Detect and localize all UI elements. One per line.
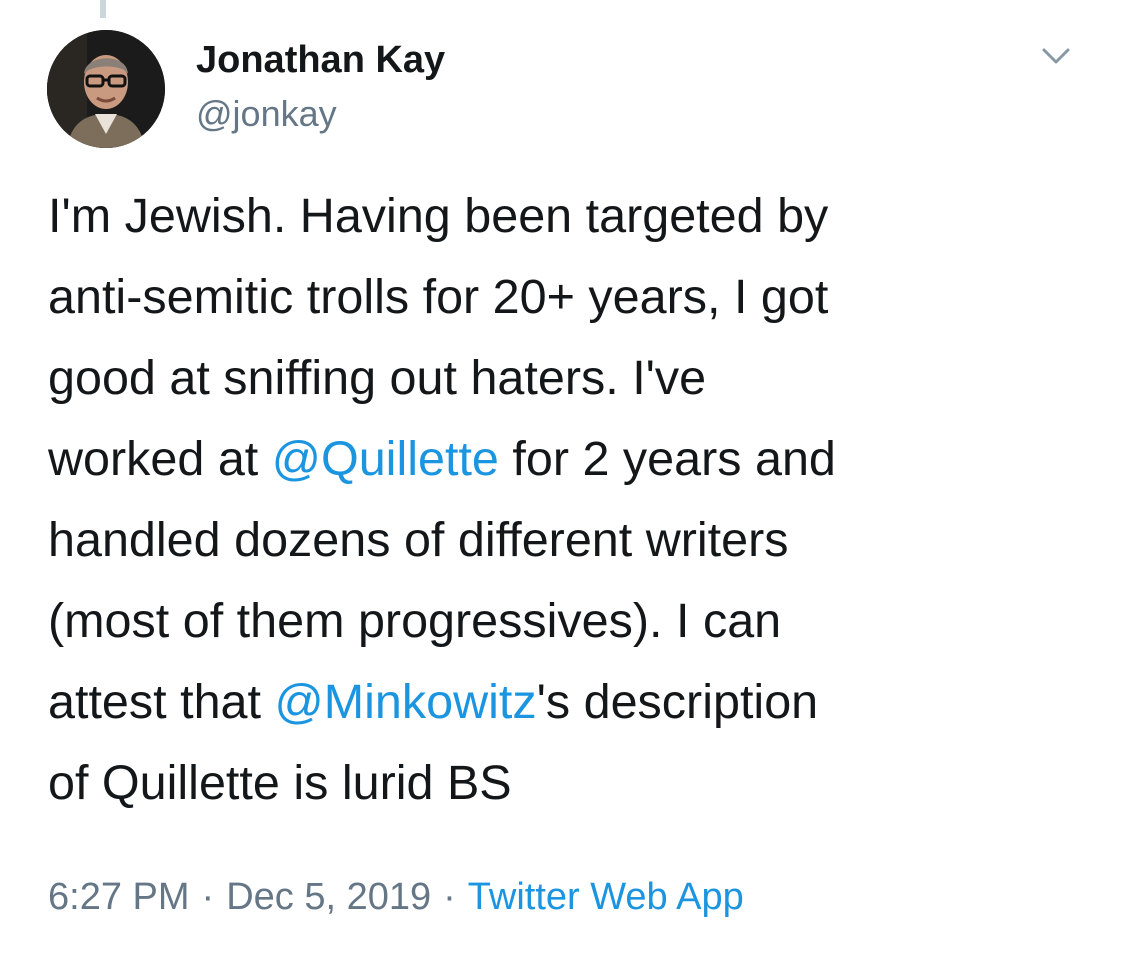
tweet-text-line: worked at @Quillette for 2 years and (48, 419, 1098, 500)
user-avatar-icon (47, 30, 165, 148)
tweet-text-line: (most of them progressives). I can (48, 581, 1098, 662)
tweet-text-line: good at sniffing out haters. I've (48, 338, 1098, 419)
tweet-text-line: of Quillette is lurid BS (48, 743, 1098, 824)
tweet-menu-button[interactable] (1030, 38, 1082, 78)
tweet-text-line: I'm Jewish. Having been targeted by (48, 176, 1098, 257)
tweet-text-segment: I'm Jewish. Having been targeted by (48, 189, 829, 243)
tweet-text-segment: anti-semitic trolls for 20+ years, I got (48, 270, 829, 324)
mention-link-minkowitz[interactable]: @Minkowitz (274, 675, 536, 729)
tweet-text-line: anti-semitic trolls for 20+ years, I got (48, 257, 1098, 338)
thread-connector-line (100, 0, 106, 18)
meta-separator: · (201, 876, 215, 918)
tweet-text-segment: handled dozens of different writers (48, 513, 789, 567)
tweet-time[interactable]: 6:27 PM (48, 876, 190, 918)
tweet-text-segment: good at sniffing out haters. I've (48, 351, 707, 405)
tweet-text-line: attest that @Minkowitz's description (48, 662, 1098, 743)
mention-link-quillette[interactable]: @Quillette (272, 432, 499, 486)
author-handle[interactable]: @jonkay (196, 92, 337, 136)
tweet-text: I'm Jewish. Having been targeted by anti… (48, 176, 1098, 824)
tweet-source-link[interactable]: Twitter Web App (468, 876, 744, 918)
avatar[interactable] (47, 30, 165, 148)
author-display-name[interactable]: Jonathan Kay (196, 38, 445, 82)
tweet-metadata: 6:27 PM · Dec 5, 2019 · Twitter Web App (48, 872, 744, 922)
tweet-date[interactable]: Dec 5, 2019 (226, 876, 431, 918)
tweet-text-segment: of Quillette is lurid BS (48, 756, 512, 810)
meta-separator: · (443, 876, 456, 918)
tweet-text-segment: 's description (536, 675, 819, 729)
tweet-text-segment: worked at (48, 432, 272, 486)
tweet-text-segment: (most of them progressives). I can (48, 594, 782, 648)
tweet-text-segment: attest that (48, 675, 275, 729)
tweet-text-line: handled dozens of different writers (48, 500, 1098, 581)
tweet-text-segment: for 2 years and (498, 432, 836, 486)
chevron-down-icon (1042, 48, 1070, 64)
